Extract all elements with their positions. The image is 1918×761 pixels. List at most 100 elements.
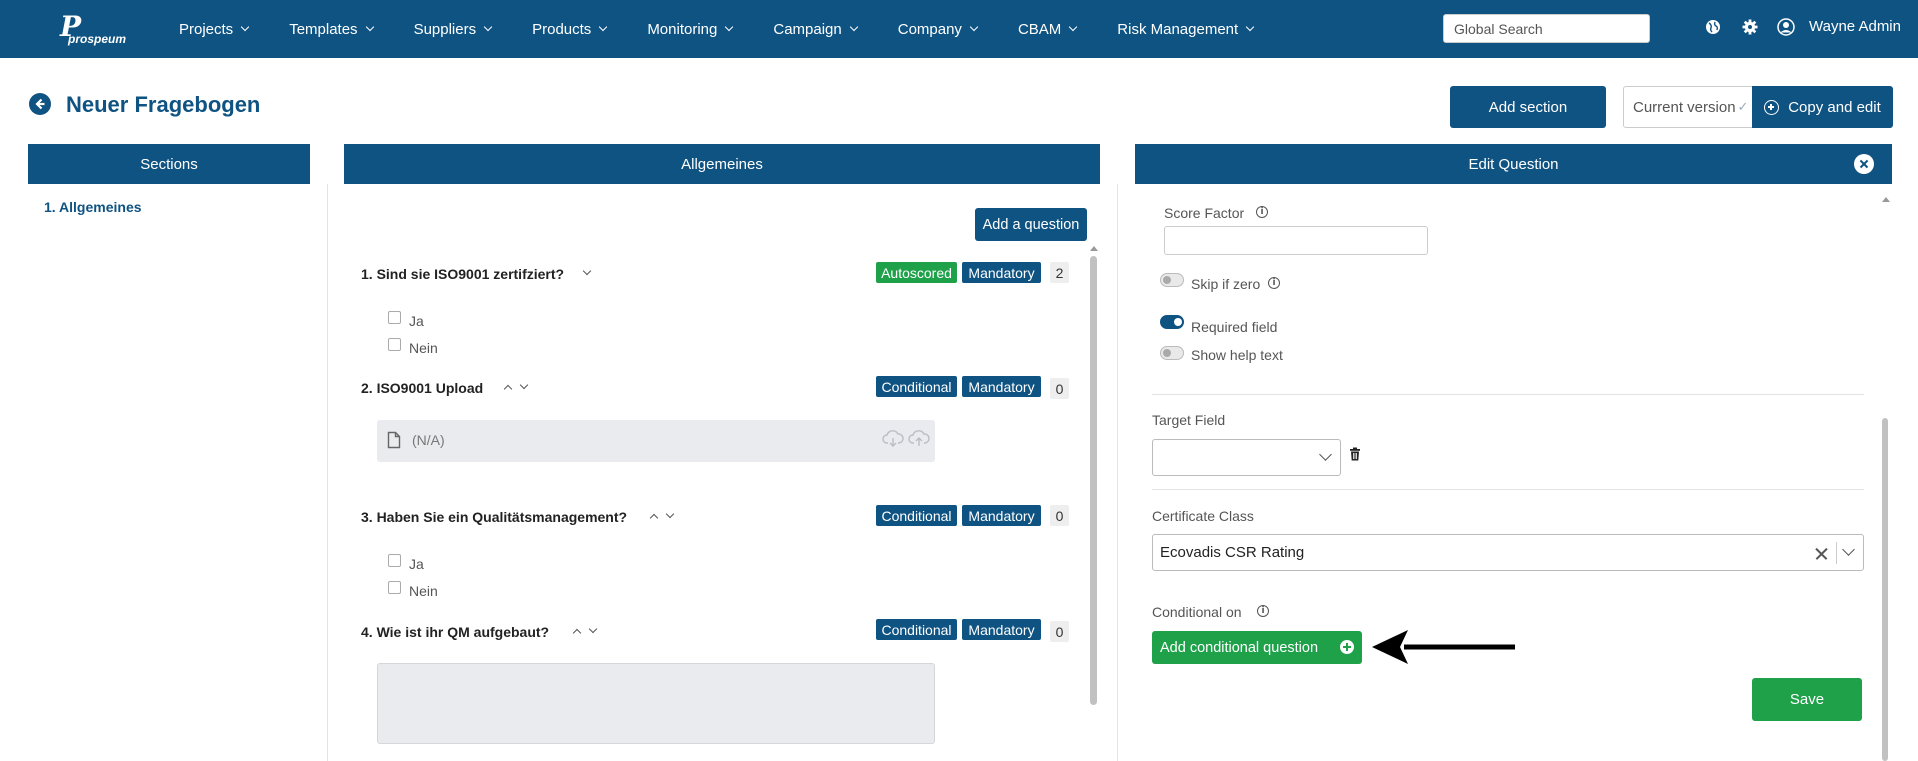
question-count: 0: [1050, 621, 1069, 642]
trash-icon[interactable]: [1349, 447, 1361, 461]
clear-icon[interactable]: [1815, 547, 1828, 560]
info-icon[interactable]: i: [1256, 206, 1268, 218]
edit-question-title: Edit Question: [1468, 155, 1559, 173]
chevron-down-icon: [849, 22, 858, 32]
chevron-down-icon[interactable]: [588, 624, 598, 634]
option-ja[interactable]: Ja: [388, 553, 424, 572]
chevron-down-icon: [240, 22, 250, 32]
mandatory-badge: Mandatory: [962, 619, 1041, 640]
question-title[interactable]: 3. Haben Sie ein Qualitätsmanagement?: [361, 509, 627, 525]
chevron-down-icon: [969, 22, 979, 32]
file-upload-field[interactable]: (N/A): [377, 420, 935, 462]
nav-suppliers[interactable]: Suppliers: [414, 21, 493, 38]
page-title: Neuer Fragebogen: [66, 92, 261, 117]
chevron-down-icon[interactable]: [665, 509, 675, 519]
gear-icon[interactable]: [1740, 17, 1760, 37]
edit-panel-scrollbar[interactable]: [1882, 418, 1888, 761]
score-factor-label: Score Factor: [1164, 205, 1245, 221]
chevron-down-icon: [1842, 543, 1855, 556]
certificate-class-label: Certificate Class: [1152, 508, 1254, 524]
file-icon: [387, 431, 401, 449]
questions-panel-header: Allgemeines: [344, 144, 1100, 184]
copy-and-edit-button[interactable]: Copy and edit: [1752, 86, 1893, 128]
mandatory-badge: Mandatory: [962, 505, 1041, 526]
nav-company[interactable]: Company: [898, 21, 979, 38]
question-title[interactable]: 2. ISO9001 Upload: [361, 380, 483, 396]
nav-campaign[interactable]: Campaign: [773, 20, 858, 38]
nav-monitoring[interactable]: Monitoring: [647, 20, 734, 38]
checkbox[interactable]: [388, 310, 401, 324]
divider: [1152, 489, 1864, 490]
global-search-input[interactable]: [1443, 14, 1650, 43]
score-factor-input[interactable]: [1164, 226, 1428, 255]
questions-scrollbar[interactable]: [1090, 256, 1097, 705]
chevron-down-icon[interactable]: [582, 266, 592, 276]
divider: [1117, 184, 1118, 761]
cloud-download-icon[interactable]: [882, 429, 904, 449]
add-question-button[interactable]: Add a question: [975, 208, 1087, 241]
nav-products[interactable]: Products: [532, 20, 608, 38]
user-name[interactable]: Wayne Admin: [1809, 18, 1901, 35]
divider: [1836, 542, 1837, 564]
nav-projects[interactable]: Projects: [179, 21, 250, 38]
target-field-select[interactable]: [1152, 439, 1341, 476]
answer-textarea[interactable]: [377, 663, 935, 744]
back-arrow-icon[interactable]: [29, 93, 51, 115]
section-item-allgemeines[interactable]: 1. Allgemeines: [44, 199, 142, 215]
option-label: Ja: [409, 556, 424, 572]
globe-icon[interactable]: [1703, 17, 1723, 37]
top-navbar: P prospeum Projects Templates Suppliers …: [0, 0, 1918, 58]
required-field-toggle[interactable]: [1160, 315, 1184, 329]
chevron-down-icon: [599, 22, 608, 32]
close-icon[interactable]: [1854, 154, 1874, 174]
checkbox[interactable]: [388, 553, 401, 567]
nav-label: Products: [532, 20, 592, 38]
cloud-upload-icon[interactable]: [908, 429, 930, 449]
add-section-button[interactable]: Add section: [1450, 86, 1606, 128]
conditional-badge: Conditional: [876, 619, 957, 640]
scroll-up-arrow-icon[interactable]: [1090, 246, 1098, 251]
chevron-up-icon[interactable]: [649, 513, 659, 523]
arrow-left-icon: [1372, 630, 1515, 664]
chevron-up-icon[interactable]: [503, 384, 513, 394]
checkbox[interactable]: [388, 580, 401, 594]
add-conditional-question-button[interactable]: Add conditional question: [1152, 631, 1362, 664]
show-help-text-toggle[interactable]: [1160, 346, 1184, 360]
info-icon[interactable]: i: [1257, 605, 1269, 617]
option-ja[interactable]: Ja: [388, 310, 424, 329]
chevron-down-icon: [1245, 22, 1255, 32]
nav-label: Monitoring: [647, 20, 718, 38]
question-title[interactable]: 1. Sind sie ISO9001 zertifziert?: [361, 266, 564, 282]
chevron-down-icon: [1069, 22, 1078, 32]
option-label: Ja: [409, 313, 424, 329]
chevron-up-icon[interactable]: [572, 628, 582, 638]
nav-risk-management[interactable]: Risk Management: [1117, 21, 1255, 38]
nav-templates[interactable]: Templates: [289, 20, 374, 38]
upload-value: (N/A): [412, 432, 445, 448]
chevron-down-icon: [365, 22, 374, 32]
version-select[interactable]: Current version ✓: [1623, 86, 1753, 128]
chevron-down-icon[interactable]: [519, 380, 529, 390]
sections-panel-header: Sections: [28, 144, 310, 184]
logo-word: prospeum: [68, 32, 127, 46]
user-icon[interactable]: [1776, 17, 1796, 37]
prospeum-logo[interactable]: P prospeum: [60, 12, 130, 47]
save-button[interactable]: Save: [1752, 678, 1862, 721]
nav-label: Campaign: [773, 20, 842, 38]
option-label: Nein: [409, 583, 438, 599]
scroll-up-arrow-icon[interactable]: [1882, 197, 1890, 202]
option-nein[interactable]: Nein: [388, 337, 438, 356]
option-nein[interactable]: Nein: [388, 580, 438, 599]
certificate-class-select[interactable]: Ecovadis CSR Rating: [1152, 534, 1864, 571]
skip-if-zero-label: Skip if zero: [1191, 276, 1261, 292]
nav-label: Templates: [289, 20, 358, 38]
required-field-label: Required field: [1191, 319, 1278, 335]
question-title[interactable]: 4. Wie ist ihr QM aufgebaut?: [361, 624, 549, 640]
nav-cbam[interactable]: CBAM: [1018, 21, 1078, 38]
question-count: 0: [1050, 505, 1069, 526]
mandatory-badge: Mandatory: [962, 262, 1041, 283]
skip-if-zero-toggle[interactable]: [1160, 273, 1184, 287]
question-count: 2: [1050, 262, 1069, 283]
info-icon[interactable]: i: [1268, 277, 1280, 289]
checkbox[interactable]: [388, 337, 401, 351]
